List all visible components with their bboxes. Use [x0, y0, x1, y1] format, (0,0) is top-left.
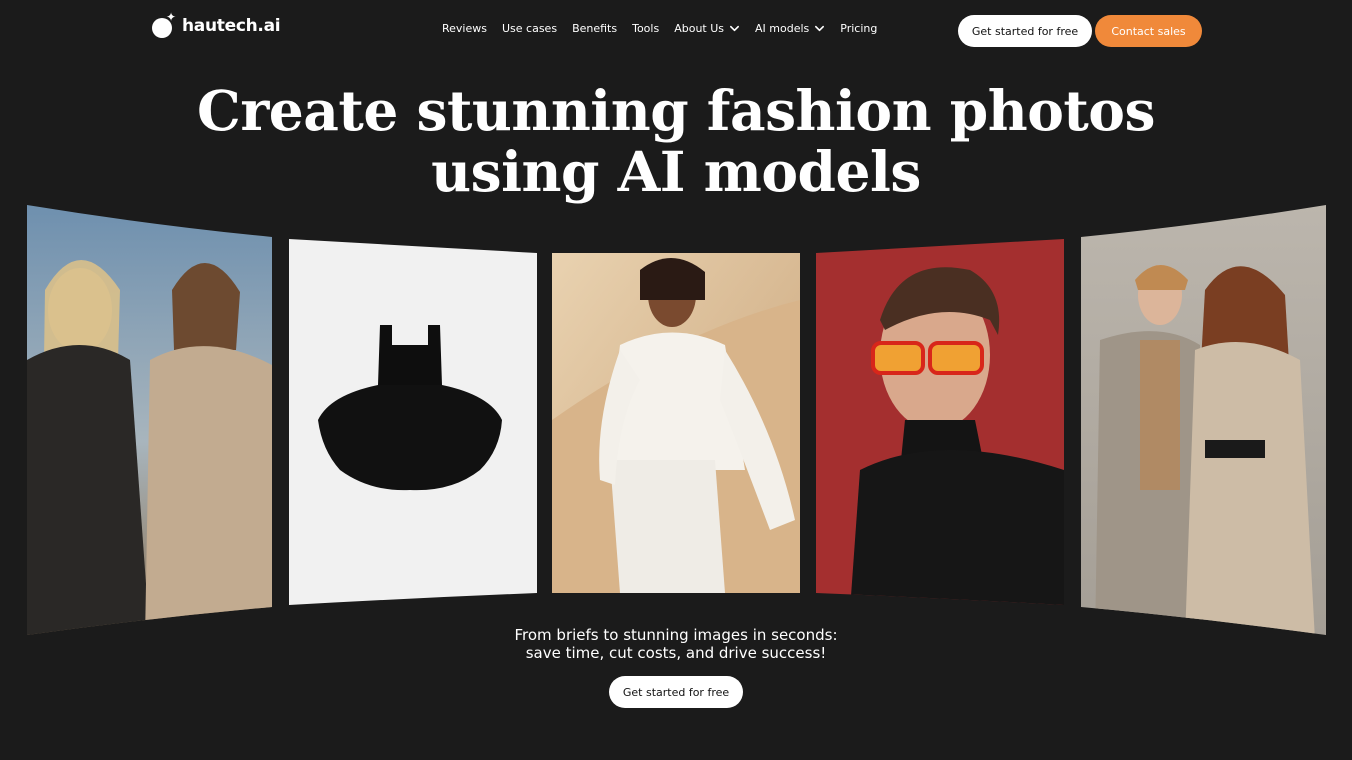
man-with-red-glasses-photo	[816, 239, 1064, 605]
hero-get-started-button[interactable]: Get started for free	[609, 676, 743, 708]
image-gallery	[27, 205, 1326, 635]
chevron-down-icon	[815, 25, 825, 32]
top-navigation: ✦ hautech.ai Reviews Use cases Benefits …	[0, 0, 1352, 62]
nav-pricing[interactable]: Pricing	[840, 22, 877, 35]
nav-ai-models[interactable]: AI models	[755, 22, 825, 35]
logo-icon: ✦	[152, 11, 176, 38]
get-started-button[interactable]: Get started for free	[958, 15, 1092, 47]
chevron-down-icon	[730, 25, 740, 32]
brand-logo[interactable]: ✦ hautech.ai	[152, 11, 281, 38]
nav-benefits[interactable]: Benefits	[572, 22, 617, 35]
two-women-in-suits-photo	[27, 205, 272, 635]
couple-in-beige-suits-photo	[1081, 205, 1326, 635]
hero-subtitle: From briefs to stunning images in second…	[514, 626, 838, 662]
nav-about-us[interactable]: About Us	[674, 22, 740, 35]
contact-sales-button[interactable]: Contact sales	[1095, 15, 1202, 47]
black-tutu-dress-photo	[289, 239, 537, 605]
nav-use-cases[interactable]: Use cases	[502, 22, 557, 35]
brand-name: hautech.ai	[182, 16, 281, 36]
nav-tools[interactable]: Tools	[632, 22, 659, 35]
nav-reviews[interactable]: Reviews	[442, 22, 487, 35]
hero-title: Create stunning fashion photos using AI …	[197, 78, 1155, 204]
woman-in-white-outfit-photo	[552, 253, 800, 593]
main-menu: Reviews Use cases Benefits Tools About U…	[442, 22, 877, 35]
